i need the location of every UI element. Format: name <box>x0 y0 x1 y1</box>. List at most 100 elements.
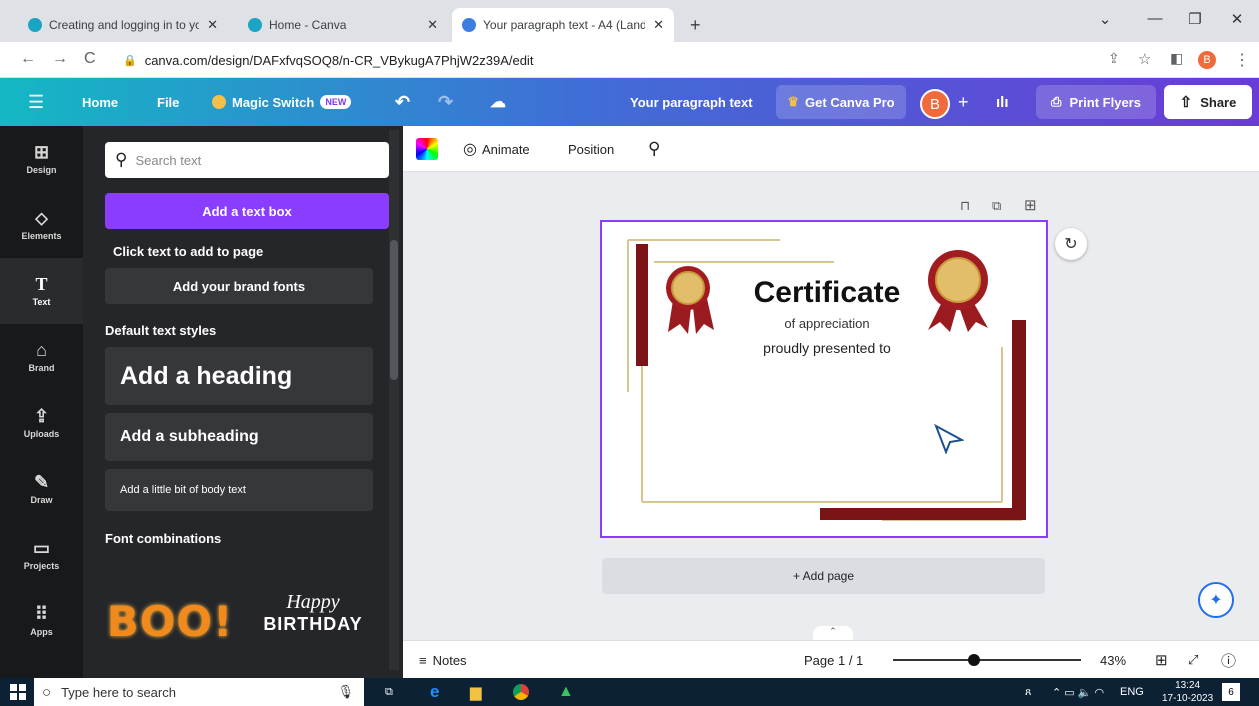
print-flyers-button[interactable]: ⎙ Print Flyers <box>1036 85 1156 119</box>
design-page[interactable]: Certificate of appreciation proudly pres… <box>600 220 1048 538</box>
add-heading-option[interactable]: Add a heading <box>105 347 373 405</box>
maroon-bar <box>820 508 1026 520</box>
address-bar-row: ← → C 🔒 canva.com/design/DAFxfvqSOQ8/n-C… <box>0 42 1259 78</box>
add-page-button[interactable]: + Add page <box>602 558 1045 594</box>
grid-view-icon[interactable]: ⊞ <box>1155 641 1168 679</box>
app-triangle-icon[interactable]: ▲ <box>558 678 574 706</box>
rail-elements[interactable]: ⬦ Elements <box>0 192 83 258</box>
fullscreen-icon[interactable]: ⤢ <box>1188 641 1198 679</box>
file-explorer-icon[interactable]: ▆ <box>470 678 482 706</box>
chrome-icon[interactable] <box>513 678 529 706</box>
panel-scroll-thumb[interactable] <box>390 240 398 380</box>
get-canva-pro-button[interactable]: ♛ Get Canva Pro <box>776 85 906 119</box>
add-body-text-option[interactable]: Add a little bit of body text <box>105 469 373 511</box>
close-tab-icon[interactable]: ✕ <box>207 17 218 33</box>
rail-label: Uploads <box>23 429 60 439</box>
rail-apps[interactable]: ⠿ Apps <box>0 588 83 654</box>
font-combo-boo[interactable]: BOO! <box>105 566 235 676</box>
help-icon[interactable]: ⓘ <box>1221 641 1236 679</box>
share-button[interactable]: ⇧ Share <box>1164 85 1252 119</box>
maroon-bar <box>636 244 648 366</box>
panel-scrollbar[interactable] <box>389 130 399 670</box>
browser-menu-icon[interactable]: ⋮ <box>1234 50 1250 70</box>
language-indicator[interactable]: ENG <box>1120 678 1144 706</box>
task-view-icon[interactable]: ⧉ <box>385 678 393 706</box>
default-styles-heading: Default text styles <box>105 323 217 338</box>
zoom-percentage[interactable]: 43% <box>1100 641 1126 679</box>
bookmark-star-icon[interactable]: ☆ <box>1138 50 1151 68</box>
close-window-button[interactable]: ✕ <box>1222 10 1252 28</box>
editor-scrollbar[interactable] <box>1246 176 1256 626</box>
certificate-presented-line[interactable]: proudly presented to <box>702 340 952 356</box>
notification-badge[interactable]: 6 <box>1222 683 1240 701</box>
share-page-icon[interactable]: ⇪ <box>1108 50 1120 67</box>
magic-switch-label: Magic Switch <box>232 94 315 110</box>
print-label: Print Flyers <box>1069 94 1141 110</box>
rail-design[interactable]: ⊞ Design <box>0 126 83 192</box>
add-page-icon[interactable]: ⊞ <box>1024 196 1037 214</box>
add-collaborator-icon[interactable]: + <box>958 78 969 126</box>
back-icon[interactable]: ← <box>20 50 36 68</box>
browser-tab-2[interactable]: Home - Canva ✕ <box>238 8 448 42</box>
refresh-suggest-icon[interactable]: ↻ <box>1055 228 1087 260</box>
add-brand-fonts-button[interactable]: Add your brand fonts <box>105 268 373 304</box>
user-avatar[interactable]: B <box>920 89 950 119</box>
tray-icons[interactable]: ⌃ ▭ 🔈 ◠ <box>1052 678 1104 706</box>
rail-brand[interactable]: ⌂ Brand <box>0 324 83 390</box>
certificate-title[interactable]: Certificate <box>702 276 952 310</box>
copy-style-icon[interactable]: ⚲ <box>648 126 660 172</box>
rail-text[interactable]: T Text <box>0 258 83 324</box>
font-combo-birthday[interactable]: Happy BIRTHDAY <box>243 591 383 651</box>
magic-assistant-icon[interactable]: ✦ <box>1198 582 1234 618</box>
redo-icon[interactable]: ↷ <box>438 78 453 126</box>
undo-icon[interactable]: ↶ <box>395 78 410 126</box>
hamburger-menu-icon[interactable]: ☰ <box>28 78 44 126</box>
file-menu[interactable]: File <box>157 78 179 126</box>
clock[interactable]: 13:24 17-10-2023 <box>1162 679 1213 705</box>
add-subheading-option[interactable]: Add a subheading <box>105 413 373 461</box>
new-tab-button[interactable]: + <box>680 8 710 42</box>
canva-favicon-icon <box>28 18 42 32</box>
notes-button[interactable]: ≡ Notes <box>419 641 467 679</box>
color-picker-icon[interactable] <box>416 138 438 160</box>
zoom-slider-track[interactable] <box>893 659 1081 661</box>
page-indicator[interactable]: Page 1 / 1 <box>804 641 863 679</box>
editor-area: ◎ Animate Position ⚲ ⊓ ⧉ ⊞ Certificate o… <box>403 126 1259 678</box>
restore-button[interactable]: ❐ <box>1180 10 1210 28</box>
add-text-box-button[interactable]: Add a text box <box>105 193 389 229</box>
zoom-slider-thumb[interactable] <box>967 654 980 666</box>
people-icon[interactable]: ጸ <box>1025 678 1031 706</box>
editor-bottom-bar: ≡ Notes Page 1 / 1 43% ⊞ ⤢ ⓘ <box>403 640 1259 678</box>
windows-start-icon[interactable] <box>10 684 26 700</box>
home-menu[interactable]: Home <box>82 78 118 126</box>
rail-draw[interactable]: ✎ Draw <box>0 456 83 522</box>
magic-switch-button[interactable]: Magic Switch NEW <box>212 78 352 126</box>
duplicate-page-icon[interactable]: ⧉ <box>992 198 1001 214</box>
certificate-subtitle[interactable]: of appreciation <box>702 316 952 331</box>
animate-button[interactable]: ◎ Animate <box>463 126 530 172</box>
seal-left-gold <box>671 271 705 305</box>
lock-page-icon[interactable]: ⊓ <box>960 198 970 214</box>
tab-search-icon[interactable]: ⌄ <box>1090 10 1120 28</box>
rail-projects[interactable]: ▭ Projects <box>0 522 83 588</box>
minimize-button[interactable]: — <box>1140 10 1170 27</box>
edge-browser-icon[interactable]: e <box>430 678 439 706</box>
url-field[interactable]: 🔒 canva.com/design/DAFxfvqSOQ8/n-CR_VByk… <box>115 46 1190 74</box>
share-upload-icon: ⇧ <box>1179 94 1193 111</box>
rail-uploads[interactable]: ⇪ Uploads <box>0 390 83 456</box>
close-tab-icon[interactable]: ✕ <box>653 17 664 33</box>
insights-chart-icon[interactable]: ılı <box>996 78 1009 126</box>
browser-tab-3-active[interactable]: Your paragraph text - A4 (Landsc ✕ <box>452 8 674 42</box>
profile-avatar[interactable]: B <box>1198 51 1216 69</box>
side-panel-icon[interactable]: ◧ <box>1170 50 1183 67</box>
cloud-saved-icon[interactable]: ☁ <box>490 78 506 126</box>
browser-tab-1[interactable]: Creating and logging in to your ✕ <box>18 8 228 42</box>
document-title[interactable]: Your paragraph text <box>630 78 753 126</box>
reload-icon[interactable]: C <box>84 50 96 68</box>
expand-pages-chevron-icon[interactable]: ⌃ <box>813 626 853 640</box>
position-button[interactable]: Position <box>568 126 614 172</box>
close-tab-icon[interactable]: ✕ <box>427 17 438 33</box>
forward-icon[interactable]: → <box>52 50 68 68</box>
taskbar-search-box[interactable]: ○ Type here to search 🎙 <box>34 678 364 706</box>
search-text-input[interactable]: ⚲ Search text <box>105 142 389 178</box>
